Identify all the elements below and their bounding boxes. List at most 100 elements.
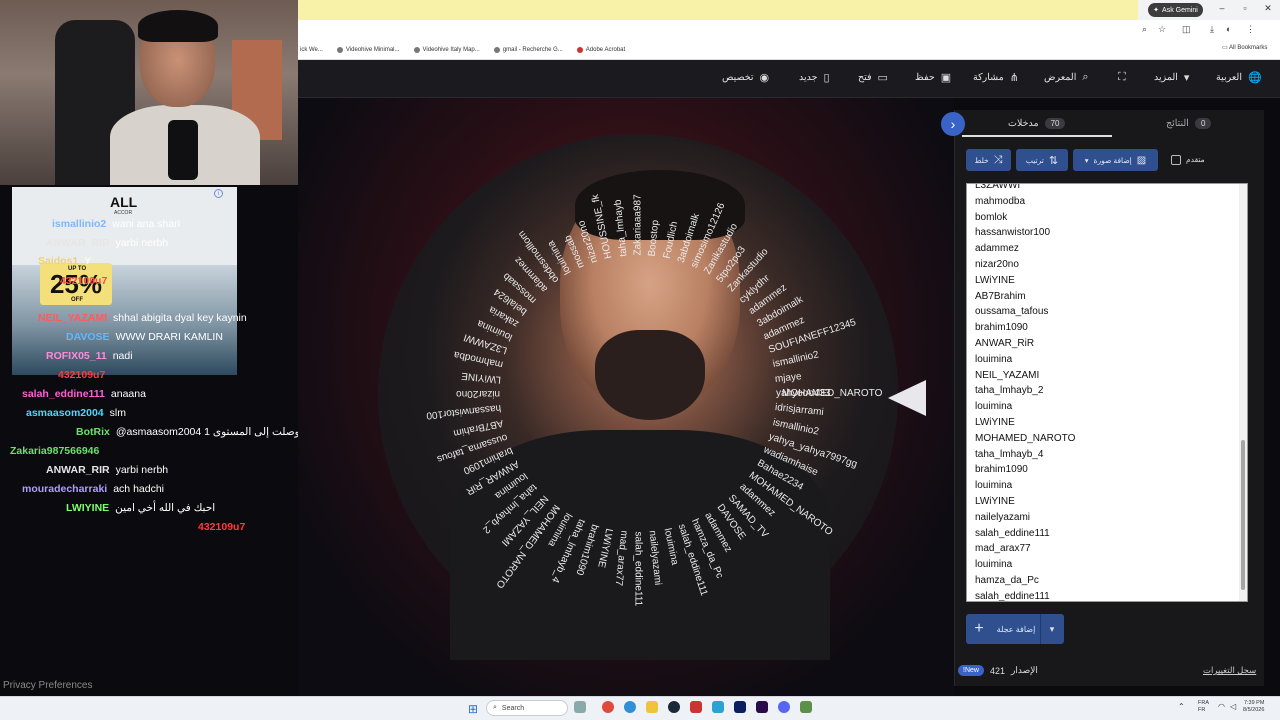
maximize-icon[interactable]: ▫: [1237, 3, 1253, 13]
shuffle-button[interactable]: ⤨ خلط: [966, 149, 1011, 171]
info-icon[interactable]: i: [214, 189, 223, 198]
collapse-panel-button[interactable]: ›: [941, 112, 965, 136]
chat-username[interactable]: 432109u7: [58, 369, 105, 381]
download-icon[interactable]: ⤓: [1210, 24, 1214, 35]
chat-username[interactable]: 432109u7: [198, 521, 245, 533]
app-toolbar: [298, 60, 1280, 98]
steam-icon[interactable]: [668, 701, 680, 713]
share-button[interactable]: ⋔ مشاركة: [973, 71, 1019, 84]
entry-line: LWiYINE: [975, 417, 1015, 428]
chat-username[interactable]: 432109u7: [60, 275, 107, 287]
chat-message: ANWAR_RIR yarbi nerbh: [46, 237, 168, 249]
chat-text: nadi: [112, 350, 133, 362]
calculator-icon[interactable]: [800, 701, 812, 713]
chat-text: yarbi nerbh: [115, 237, 169, 249]
chat-username[interactable]: BotRix: [76, 426, 110, 438]
scrollbar-thumb[interactable]: [1241, 440, 1245, 590]
taskbar-search[interactable]: ⌕ Search: [486, 700, 568, 716]
edge-icon[interactable]: [624, 701, 636, 713]
clock[interactable]: 7:39 PM 8/5/2026: [1243, 700, 1264, 714]
bookmark-item[interactable]: Videohive Minimal...: [336, 46, 400, 53]
zoom-icon[interactable]: ⌕: [1142, 24, 1147, 35]
chat-username[interactable]: Zakaria987566946: [10, 445, 99, 457]
bookmark-item[interactable]: ick We...: [300, 47, 323, 53]
volume-icon[interactable]: ◁: [1230, 702, 1236, 711]
minimize-icon[interactable]: –: [1214, 3, 1230, 13]
fullscreen-button[interactable]: ⛶: [1118, 71, 1126, 84]
chat-username[interactable]: salah_eddine111: [22, 388, 105, 400]
entries-textarea[interactable]: L3ZAWWI mahmodba bomlok hassanwistor100 adam…: [966, 183, 1248, 602]
add-image-button[interactable]: ▨ إضافة صورة ▾: [1073, 149, 1158, 171]
microphone: [168, 120, 198, 180]
all-bookmarks-link[interactable]: ▭ All Bookmarks: [1222, 44, 1267, 51]
wheel-pointer-icon: [888, 380, 926, 416]
tab-entries[interactable]: مدخلات 70: [1008, 118, 1066, 129]
chat-text: wani ana shari: [112, 218, 180, 230]
entry-line: mahmodba: [975, 195, 1026, 207]
profile-icon[interactable]: ◐: [1226, 24, 1231, 34]
language-indicator[interactable]: FRA FR: [1198, 700, 1209, 714]
wifi-icon[interactable]: ◠: [1218, 702, 1225, 711]
all-bookmarks-label: All Bookmarks: [1229, 45, 1268, 51]
save-button[interactable]: ▣ حفظ: [915, 71, 951, 84]
chat-username[interactable]: Saidos1: [38, 255, 78, 267]
entry-line: NEIL_YAZAMI: [975, 369, 1040, 381]
chat-username[interactable]: ismallinio2: [52, 218, 106, 230]
bookmark-item[interactable]: Adobe Acrobat: [576, 46, 625, 53]
file-explorer-icon[interactable]: [646, 701, 658, 713]
chrome-icon[interactable]: [602, 701, 614, 713]
premiere-icon[interactable]: [756, 701, 768, 713]
photoshop-icon[interactable]: [734, 701, 746, 713]
chat-text: ach hadchi: [113, 483, 165, 495]
entry-line: louimina: [975, 353, 1013, 365]
changelog-link[interactable]: سجل التغييرات: [1203, 665, 1256, 676]
chat-username[interactable]: NEIL_YAZAMI: [38, 312, 107, 324]
tab-results[interactable]: النتائج 0: [1166, 118, 1212, 129]
chat-username[interactable]: ANWAR_RIR: [46, 237, 110, 249]
chat-username[interactable]: mouradecharraki: [22, 483, 107, 495]
more-menu[interactable]: ▾ المزيد: [1154, 71, 1189, 84]
chevron-down-icon[interactable]: ▾: [1041, 624, 1063, 635]
chat-username[interactable]: ROFIX05_11: [46, 350, 107, 362]
gallery-button[interactable]: ⌕ المعرض: [1044, 71, 1089, 84]
entry-line: mad_arax77: [975, 543, 1031, 555]
chat-username[interactable]: LWIYINE: [66, 502, 109, 514]
widget-icon[interactable]: [574, 701, 586, 713]
language-menu[interactable]: 🌐 العربية: [1216, 71, 1262, 84]
privacy-preferences-link[interactable]: Privacy Preferences: [3, 680, 92, 691]
extensions-icon[interactable]: ◫: [1182, 24, 1191, 35]
open-button[interactable]: ▭ فتح: [858, 71, 888, 84]
entry-line: brahim1090: [975, 322, 1028, 334]
add-wheel-button[interactable]: + إضافة عجلة ▾: [966, 614, 1064, 644]
acrobat-icon: [576, 46, 583, 53]
entry-line: taha_lmhayb_2: [975, 385, 1044, 397]
entry-line: hamza_da_Pc: [975, 575, 1039, 586]
discord-icon[interactable]: [778, 701, 790, 713]
close-icon[interactable]: ✕: [1260, 3, 1276, 14]
gallery-label: المعرض: [1044, 72, 1077, 83]
app-icon[interactable]: [690, 701, 702, 713]
ad-promo-bottom: OFF: [71, 297, 83, 303]
bookmark-label: ick We...: [300, 46, 323, 53]
bookmark-item[interactable]: Videohive Italy Map...: [413, 46, 480, 53]
wheel-segment-label: nizar20no: [456, 388, 500, 399]
sort-button[interactable]: ⇅ ترتيب: [1016, 149, 1068, 171]
chat-username[interactable]: DAVOSE: [66, 331, 110, 343]
menu-icon[interactable]: ⋮: [1246, 24, 1255, 35]
bookmark-item[interactable]: gmail - Recherche G...: [493, 46, 563, 53]
ask-gemini-button[interactable]: ✦ Ask Gemini: [1148, 3, 1203, 17]
entry-line: ANWAR_RiR: [975, 338, 1035, 349]
entries-count-badge: 70: [1044, 118, 1066, 129]
chevron-right-icon: ›: [950, 116, 956, 132]
star-icon[interactable]: ☆: [1158, 24, 1166, 35]
windows-start-icon[interactable]: ⊞: [468, 702, 478, 716]
add-image-label: إضافة صورة: [1093, 155, 1132, 165]
chat-username[interactable]: ANWAR_RIR: [46, 464, 110, 476]
photos-icon[interactable]: [712, 701, 724, 713]
advanced-checkbox[interactable]: [1171, 155, 1181, 165]
chat-username[interactable]: asmaasom2004: [26, 407, 104, 419]
new-button[interactable]: ▯ جديد: [799, 71, 830, 84]
customize-button[interactable]: ◉ تخصيص: [722, 71, 769, 84]
address-bar[interactable]: [298, 20, 1280, 40]
chevron-up-icon[interactable]: ⌃: [1178, 702, 1185, 711]
